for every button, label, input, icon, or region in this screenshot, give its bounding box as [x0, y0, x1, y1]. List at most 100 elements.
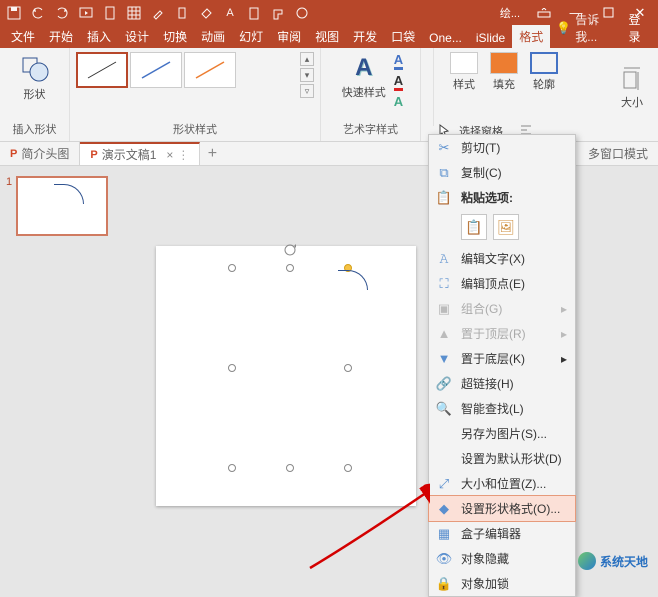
doc-tab-2[interactable]: P演示文稿1×⋮	[80, 142, 200, 165]
tab-slideshow[interactable]: 幻灯	[232, 25, 270, 48]
ctx-group: ▣组合(G)▸	[429, 296, 575, 321]
slide-thumbnail-1[interactable]: 1	[6, 176, 120, 236]
ctx-paste-header: 📋粘贴选项:	[429, 185, 575, 210]
resize-handle[interactable]	[286, 264, 294, 272]
box-editor-icon: ▦	[435, 526, 453, 542]
text-rotation-icon[interactable]	[294, 5, 310, 21]
text-outline-icon[interactable]: A	[394, 73, 403, 91]
ctx-lock[interactable]: 🔒对象加锁	[429, 571, 575, 596]
group-shape-styles: ▴ ▾ ▿ 形状样式	[70, 48, 321, 141]
tab-animations[interactable]: 动画	[194, 25, 232, 48]
font-color-icon[interactable]: A	[222, 5, 238, 21]
selected-shape[interactable]	[232, 268, 348, 468]
multi-window-button[interactable]: 多窗口模式	[578, 142, 658, 165]
ctx-save-pic-label: 另存为图片(S)...	[461, 425, 547, 442]
resize-handle[interactable]	[228, 364, 236, 372]
text-effects-icon[interactable]: A	[394, 94, 403, 109]
ctx-size-pos[interactable]: ⤢大小和位置(Z)...	[429, 471, 575, 496]
group-insert-shape: 形状 插入形状	[0, 48, 70, 141]
tab-onekey[interactable]: One...	[422, 28, 469, 48]
tell-me-box[interactable]: 💡告诉我...	[550, 8, 620, 48]
ctx-bring-front-label: 置于顶层(R)	[461, 325, 526, 342]
ctx-send-back[interactable]: ▼置于底层(K)▸	[429, 346, 575, 371]
tab-view[interactable]: 视图	[308, 25, 346, 48]
animation-painter-icon[interactable]	[174, 5, 190, 21]
paste-icon[interactable]	[246, 5, 262, 21]
ctx-format-shape-label: 设置形状格式(O)...	[461, 500, 560, 517]
style-label: 样式	[453, 76, 475, 92]
ctx-hide-label: 对象隐藏	[461, 550, 509, 567]
ctx-size-pos-label: 大小和位置(Z)...	[461, 475, 546, 492]
redo-icon[interactable]	[54, 5, 70, 21]
bring-front-icon: ▲	[435, 326, 453, 342]
paste-icon: 📋	[435, 190, 453, 206]
tab-pocket[interactable]: 口袋	[384, 25, 422, 48]
save-icon[interactable]	[6, 5, 22, 21]
tab-format[interactable]: 格式	[512, 25, 550, 48]
tab-review[interactable]: 审阅	[270, 25, 308, 48]
style-preset-3[interactable]	[184, 52, 236, 88]
resize-handle[interactable]	[344, 464, 352, 472]
add-document-button[interactable]: +	[200, 142, 224, 165]
gallery-up-icon[interactable]: ▴	[300, 52, 314, 66]
doc-tab-1[interactable]: P简介头图	[0, 142, 80, 165]
style-preset-1[interactable]	[76, 52, 128, 88]
undo-icon[interactable]	[30, 5, 46, 21]
paste-as-picture-icon[interactable]: 🖼	[493, 214, 519, 240]
resize-handle[interactable]	[286, 464, 294, 472]
style-preset-2[interactable]	[130, 52, 182, 88]
ctx-set-default[interactable]: 设置为默认形状(D)	[429, 446, 575, 471]
context-label: 绘...	[494, 5, 526, 21]
ctx-bring-front: ▲置于顶层(R)▸	[429, 321, 575, 346]
tab-home[interactable]: 开始	[42, 25, 80, 48]
ctx-cut[interactable]: ✂剪切(T)	[429, 135, 575, 160]
tab-developer[interactable]: 开发	[346, 25, 384, 48]
shape-outline-button[interactable]: 轮廓	[524, 52, 564, 124]
paste-use-dest-theme-icon[interactable]: 📋	[461, 214, 487, 240]
ctx-hyperlink[interactable]: 🔗超链接(H)	[429, 371, 575, 396]
rotate-handle-icon[interactable]	[282, 242, 298, 258]
ctx-edit-points[interactable]: ⛶编辑顶点(E)	[429, 271, 575, 296]
shape-style-button[interactable]: 样式	[444, 52, 484, 124]
ctx-send-back-label: 置于底层(K)	[461, 350, 525, 367]
gallery-more-icon[interactable]: ▿	[300, 84, 314, 98]
search-icon: 🔍	[435, 401, 453, 417]
ctx-set-default-label: 设置为默认形状(D)	[461, 450, 562, 467]
tell-me-label: 告诉我...	[575, 11, 614, 45]
tab-islide[interactable]: iSlide	[469, 28, 512, 48]
resize-handle[interactable]	[344, 364, 352, 372]
table-icon[interactable]	[126, 5, 142, 21]
start-slideshow-icon[interactable]	[78, 5, 94, 21]
resize-handle[interactable]	[228, 464, 236, 472]
shape-style-gallery[interactable]	[76, 52, 296, 88]
doc-tab-1-label: 简介头图	[21, 145, 69, 162]
fill-bucket-icon[interactable]	[198, 5, 214, 21]
ctx-smart-lookup[interactable]: 🔍智能查找(L)	[429, 396, 575, 421]
group-wordart: A 快速样式 A A A 艺术字样式	[321, 48, 421, 141]
text-fill-icon[interactable]: A	[394, 52, 403, 70]
ctx-group-label: 组合(G)	[461, 300, 502, 317]
ctx-box-editor[interactable]: ▦盒子编辑器	[429, 521, 575, 546]
login-button[interactable]: 登录	[620, 8, 658, 48]
format-shape-icon: ◆	[435, 501, 453, 517]
tab-file[interactable]: 文件	[4, 25, 42, 48]
quick-style-button[interactable]: A 快速样式	[338, 52, 390, 109]
ctx-copy[interactable]: ⧉复制(C)	[429, 160, 575, 185]
ctx-hide[interactable]: 👁对象隐藏	[429, 546, 575, 571]
eyedropper-icon[interactable]	[150, 5, 166, 21]
tab-close-icon[interactable]: ×	[166, 148, 173, 162]
ctx-save-pic[interactable]: 另存为图片(S)...	[429, 421, 575, 446]
tab-insert[interactable]: 插入	[80, 25, 118, 48]
blank-icon	[435, 451, 453, 467]
ctx-edit-text[interactable]: 𝙰编辑文字(X)	[429, 246, 575, 271]
shapes-button[interactable]: 形状	[13, 52, 57, 104]
shape-fill-button[interactable]: 填充	[484, 52, 524, 124]
resize-handle[interactable]	[228, 264, 236, 272]
ctx-format-shape[interactable]: ◆ 设置形状格式(O)...	[429, 496, 575, 521]
tab-design[interactable]: 设计	[118, 25, 156, 48]
gallery-down-icon[interactable]: ▾	[300, 68, 314, 82]
format-painter-icon[interactable]	[270, 5, 286, 21]
size-button[interactable]: 大小	[612, 52, 652, 124]
new-icon[interactable]	[102, 5, 118, 21]
tab-transitions[interactable]: 切换	[156, 25, 194, 48]
